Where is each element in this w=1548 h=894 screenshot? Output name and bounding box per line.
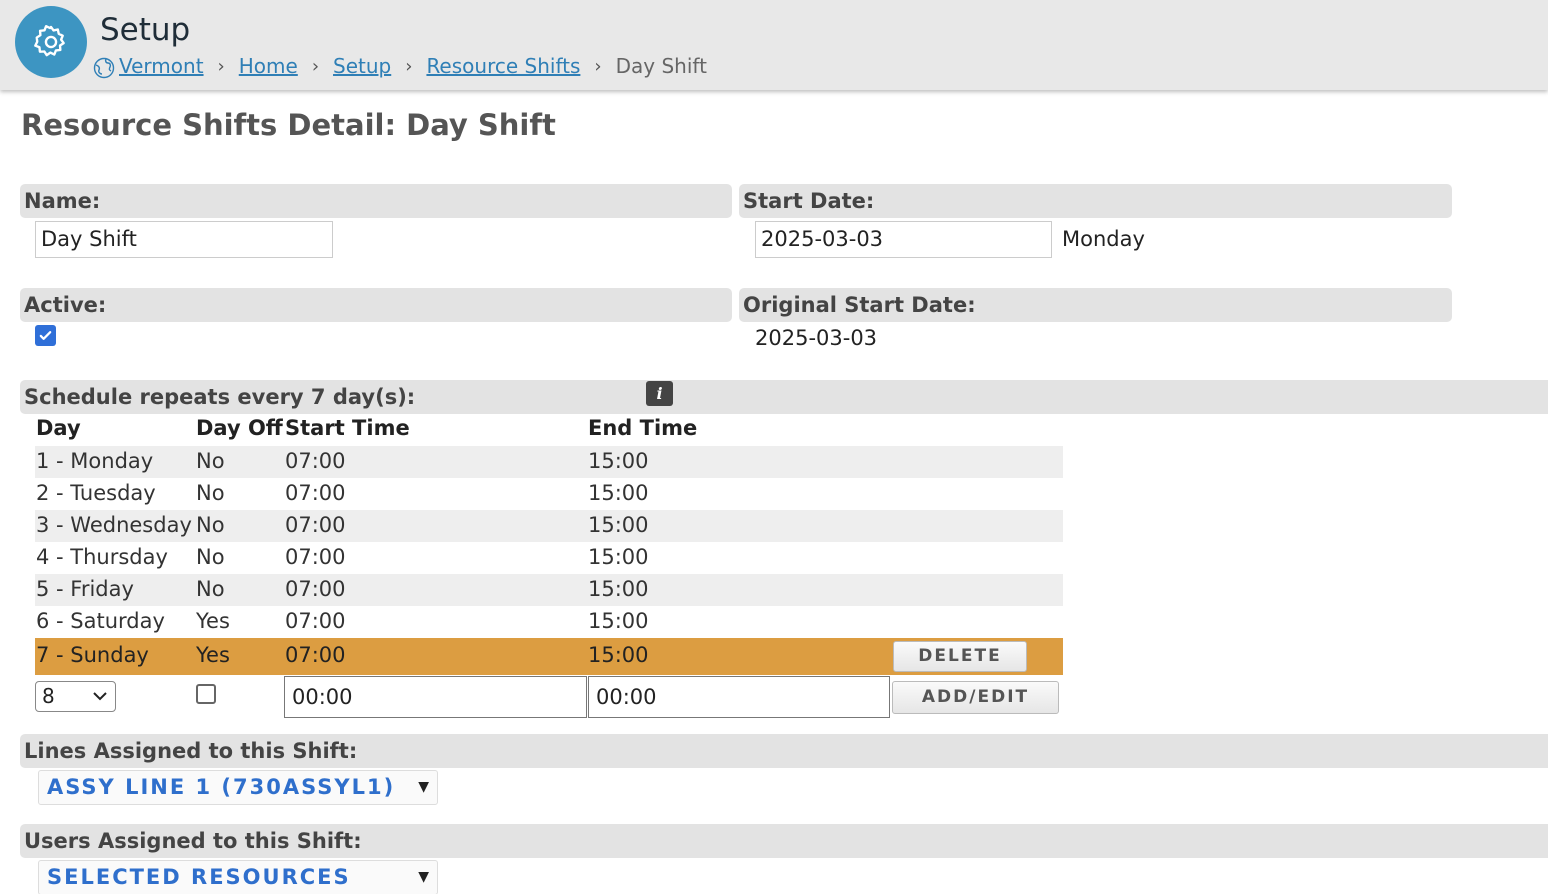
cell-day: 5 - Friday (36, 577, 134, 601)
cell-day: 7 - Sunday (36, 643, 149, 667)
cell-start-time: 07:00 (285, 577, 346, 601)
new-day-select[interactable]: 8 (35, 681, 116, 712)
users-dropdown-label: SELECTED RESOURCES (47, 865, 351, 889)
app-title: Setup (100, 12, 191, 48)
breadcrumb-separator: › (217, 55, 225, 77)
lines-dropdown[interactable]: ASSY LINE 1 (730ASSYL1) ▼ (38, 770, 438, 805)
breadcrumb-setup-link[interactable]: Setup (333, 54, 391, 78)
app-header: Setup Vermont › Home › Setup › Resource … (0, 0, 1548, 90)
cell-day-off: No (196, 577, 225, 601)
cell-start-time: 07:00 (285, 545, 346, 569)
chevron-down-icon (91, 684, 109, 716)
cell-day-off: No (196, 513, 225, 537)
cell-day-off: Yes (196, 609, 230, 633)
cell-start-time: 07:00 (285, 449, 346, 473)
breadcrumb-separator: › (405, 55, 413, 77)
cell-day: 1 - Monday (36, 449, 154, 473)
add-edit-button[interactable]: ADD/EDIT (892, 681, 1059, 714)
cell-day: 2 - Tuesday (36, 481, 156, 505)
start-date-input[interactable]: 2025-03-03 (755, 221, 1052, 258)
cell-day-off: No (196, 545, 225, 569)
new-end-time-input[interactable]: 00:00 (588, 676, 890, 718)
original-start-section-header: Original Start Date: (739, 288, 1452, 322)
cell-start-time: 07:00 (285, 513, 346, 537)
name-section-header: Name: (20, 184, 732, 218)
breadcrumb: Vermont › Home › Setup › Resource Shifts… (93, 54, 707, 79)
delete-button[interactable]: DELETE (893, 641, 1027, 672)
caret-down-icon: ▼ (418, 869, 429, 885)
active-checkbox[interactable] (35, 325, 56, 346)
cell-day: 3 - Wednesday (36, 513, 192, 537)
breadcrumb-resource-shifts-link[interactable]: Resource Shifts (426, 54, 580, 78)
gear-icon[interactable] (15, 6, 87, 78)
caret-down-icon: ▼ (418, 779, 429, 795)
start-date-section-header: Start Date: (739, 184, 1452, 218)
cell-day: 4 - Thursday (36, 545, 168, 569)
table-row[interactable]: 5 - Friday No 07:00 15:00 (35, 574, 1063, 606)
cell-day-off: No (196, 481, 225, 505)
col-header-start-time: Start Time (285, 416, 410, 440)
table-row[interactable]: 3 - Wednesday No 07:00 15:00 (35, 510, 1063, 542)
breadcrumb-home-link[interactable]: Home (239, 54, 298, 78)
users-section-header: Users Assigned to this Shift: (20, 824, 1548, 858)
col-header-day: Day (36, 416, 81, 440)
col-header-end-time: End Time (588, 416, 698, 440)
lines-section-header: Lines Assigned to this Shift: (20, 734, 1548, 768)
active-section-header: Active: (20, 288, 732, 322)
schedule-section-header: Schedule repeats every 7 day(s): (20, 380, 1548, 414)
name-input[interactable]: Day Shift (35, 221, 333, 258)
new-start-time-input[interactable]: 00:00 (284, 676, 587, 718)
original-start-value: 2025-03-03 (755, 326, 878, 350)
cell-start-time: 07:00 (285, 609, 346, 633)
table-row[interactable]: 1 - Monday No 07:00 15:00 (35, 446, 1063, 478)
cell-end-time: 15:00 (588, 481, 649, 505)
info-icon[interactable]: i (646, 381, 673, 406)
breadcrumb-separator: › (311, 55, 320, 77)
page-title: Resource Shifts Detail: Day Shift (21, 108, 556, 142)
start-day-name: Monday (1062, 227, 1145, 251)
cell-end-time: 15:00 (588, 449, 649, 473)
cell-end-time: 15:00 (588, 513, 649, 537)
new-day-select-value: 8 (42, 684, 55, 708)
cell-start-time: 07:00 (285, 643, 346, 667)
breadcrumb-current: Day Shift (615, 54, 707, 78)
cell-end-time: 15:00 (588, 609, 649, 633)
cell-day-off: No (196, 449, 225, 473)
cell-end-time: 15:00 (588, 643, 649, 667)
breadcrumb-separator: › (594, 55, 602, 77)
cell-day-off: Yes (196, 643, 230, 667)
cell-day: 6 - Saturday (36, 609, 165, 633)
breadcrumb-site-link[interactable]: Vermont (119, 54, 204, 78)
new-day-off-checkbox[interactable] (196, 684, 216, 704)
table-row[interactable]: 6 - Saturday Yes 07:00 15:00 (35, 606, 1063, 638)
cell-start-time: 07:00 (285, 481, 346, 505)
table-row[interactable]: 4 - Thursday No 07:00 15:00 (35, 542, 1063, 574)
col-header-day-off: Day Off (196, 416, 283, 440)
users-dropdown[interactable]: SELECTED RESOURCES ▼ (38, 860, 438, 894)
table-row[interactable]: 2 - Tuesday No 07:00 15:00 (35, 478, 1063, 510)
lines-dropdown-label: ASSY LINE 1 (730ASSYL1) (47, 775, 396, 799)
cell-end-time: 15:00 (588, 577, 649, 601)
globe-icon (93, 57, 115, 79)
cell-end-time: 15:00 (588, 545, 649, 569)
